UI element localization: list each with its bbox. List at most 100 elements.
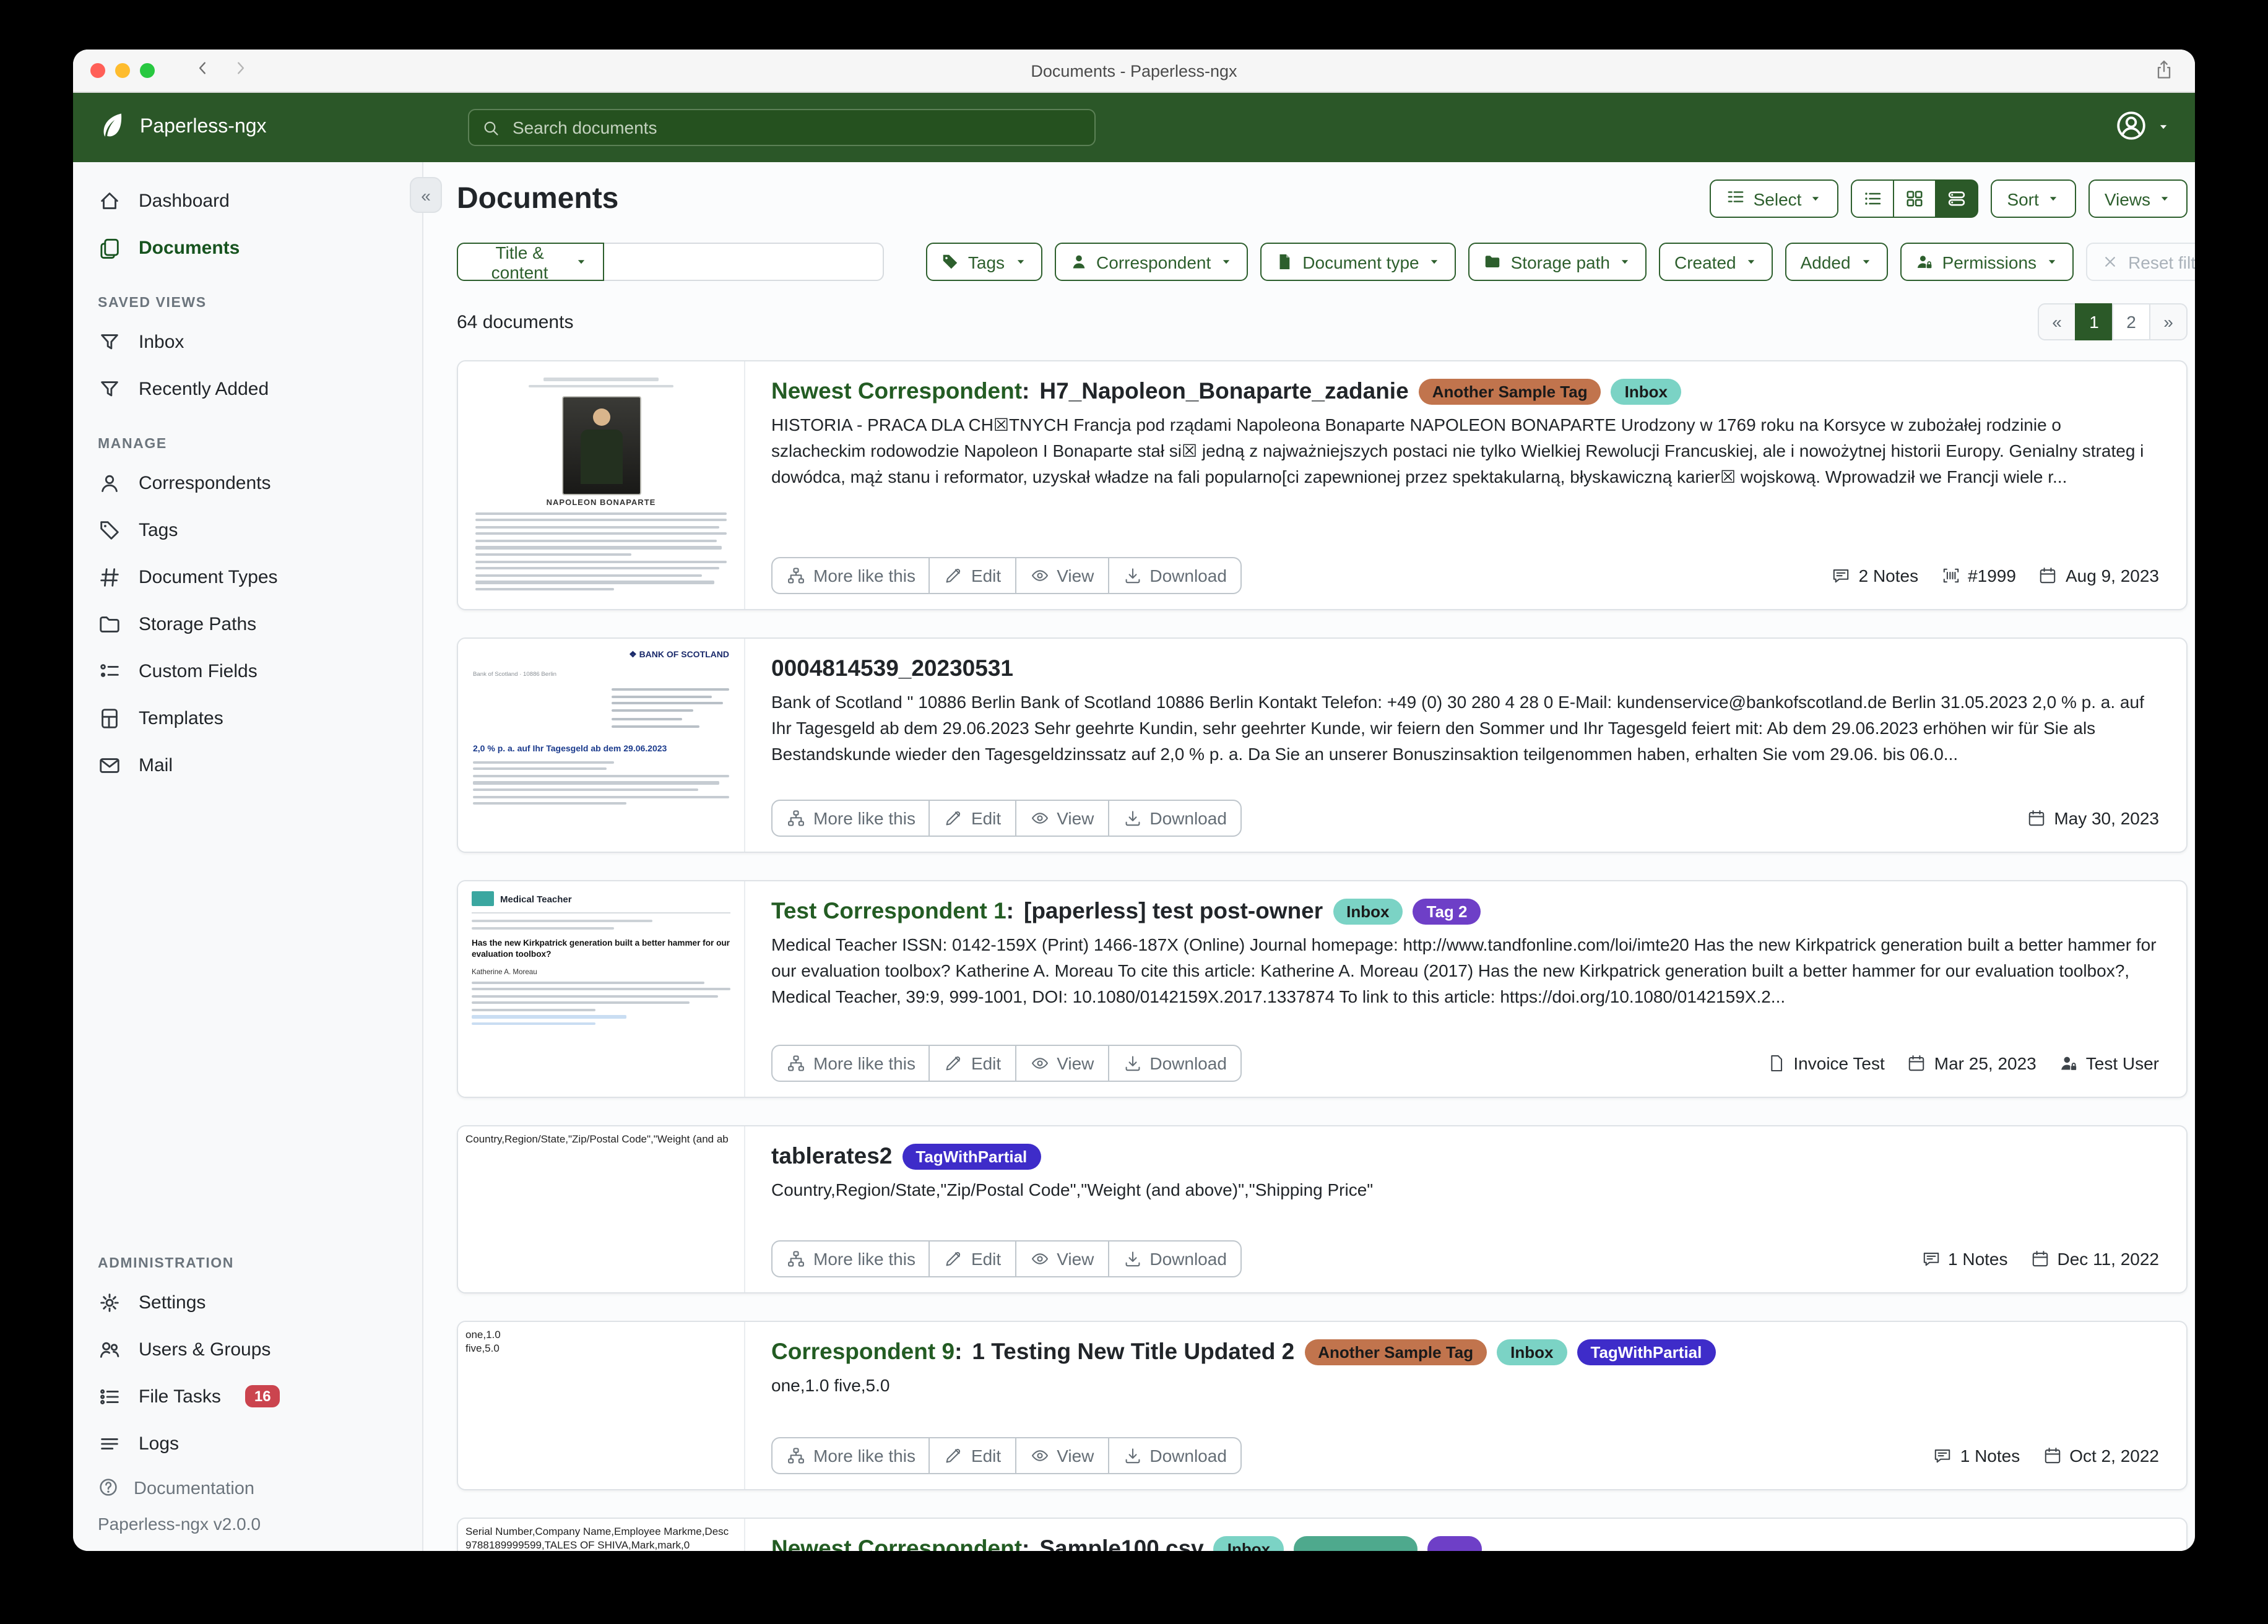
document-thumbnail[interactable]: ❖ BANK OF SCOTLAND Bank of Scotland · 10… bbox=[458, 639, 745, 852]
edit-button[interactable]: Edit bbox=[929, 1240, 1016, 1277]
meta-oct-2-2022[interactable]: Oct 2, 2022 bbox=[2042, 1446, 2159, 1466]
document-title-link[interactable]: Sample100.csv bbox=[1039, 1535, 1203, 1551]
sidebar-item-document-types[interactable]: Document Types bbox=[73, 553, 422, 600]
view-grid-button[interactable] bbox=[1893, 179, 1936, 218]
download-button[interactable]: Download bbox=[1107, 800, 1242, 837]
document-title-link[interactable]: 0004814539_20230531 bbox=[771, 655, 1013, 682]
document-correspondent-link[interactable]: Newest Correspondent bbox=[771, 1535, 1022, 1551]
filter-document-type-button[interactable]: Document type bbox=[1260, 243, 1456, 281]
download-button[interactable]: Download bbox=[1107, 557, 1242, 594]
document-thumbnail[interactable]: Serial Number,Company Name,Employee Mark… bbox=[458, 1519, 745, 1551]
tag-chip-inbox[interactable]: Inbox bbox=[1611, 378, 1681, 404]
edit-button[interactable]: Edit bbox=[929, 800, 1016, 837]
tag-chip-another-sample-tag[interactable]: Another Sample Tag bbox=[1304, 1339, 1487, 1365]
meta-test-user[interactable]: Test User bbox=[2059, 1053, 2159, 1073]
filter-permissions-button[interactable]: Permissions bbox=[1900, 243, 2074, 281]
download-button[interactable]: Download bbox=[1107, 1437, 1242, 1474]
sidebar-item-file-tasks[interactable]: File Tasks16 bbox=[73, 1373, 422, 1420]
view-button[interactable]: View bbox=[1015, 800, 1109, 837]
select-button[interactable]: Select bbox=[1710, 179, 1839, 218]
document-title-link[interactable]: 1 Testing New Title Updated 2 bbox=[972, 1338, 1294, 1365]
pagination-prev-button[interactable]: « bbox=[2038, 303, 2076, 340]
meta-1-notes[interactable]: 1 Notes bbox=[1933, 1446, 2020, 1466]
pagination-page-1[interactable]: 1 bbox=[2075, 303, 2113, 340]
browser-back-icon[interactable] bbox=[194, 59, 212, 82]
user-menu[interactable] bbox=[2114, 109, 2170, 149]
view-list-button[interactable] bbox=[1851, 179, 1894, 218]
sidebar-item-logs[interactable]: Logs bbox=[73, 1420, 422, 1467]
sidebar-collapse-button[interactable]: « bbox=[410, 177, 442, 213]
more-like-this-button[interactable]: More like this bbox=[771, 557, 930, 594]
document-title-link[interactable]: H7_Napoleon_Bonaparte_zadanie bbox=[1039, 378, 1408, 405]
view-button[interactable]: View bbox=[1015, 557, 1109, 594]
meta-2-notes[interactable]: 2 Notes bbox=[1832, 566, 1919, 585]
filter-correspondent-button[interactable]: Correspondent bbox=[1054, 243, 1248, 281]
share-icon[interactable] bbox=[2153, 58, 2175, 87]
sidebar-item-custom-fields[interactable]: Custom Fields bbox=[73, 647, 422, 694]
app-brand[interactable]: Paperless-ngx bbox=[73, 110, 267, 145]
filter-text-input[interactable] bbox=[604, 243, 884, 281]
filter-reset-filters-button[interactable]: Reset filters bbox=[2086, 243, 2195, 281]
document-thumbnail[interactable]: NAPOLEON BONAPARTE bbox=[458, 361, 745, 609]
meta-1999[interactable]: #1999 bbox=[1941, 566, 2016, 585]
meta-1-notes[interactable]: 1 Notes bbox=[1921, 1249, 2008, 1269]
sidebar-item-storage-paths[interactable]: Storage Paths bbox=[73, 600, 422, 647]
meta-dec-11-2022[interactable]: Dec 11, 2022 bbox=[2030, 1249, 2160, 1269]
close-window-button[interactable] bbox=[90, 63, 105, 78]
edit-button[interactable]: Edit bbox=[929, 557, 1016, 594]
tag-chip-inbox[interactable]: Inbox bbox=[1214, 1535, 1284, 1551]
minimize-window-button[interactable] bbox=[115, 63, 130, 78]
pagination-next-button[interactable]: » bbox=[2149, 303, 2188, 340]
sidebar-item-tags[interactable]: Tags bbox=[73, 506, 422, 553]
view-details-button[interactable] bbox=[1935, 179, 1978, 218]
document-title-link[interactable]: tablerates2 bbox=[771, 1142, 892, 1170]
more-like-this-button[interactable]: More like this bbox=[771, 1240, 930, 1277]
global-search[interactable] bbox=[468, 109, 1096, 146]
tag-chip[interactable] bbox=[1427, 1535, 1482, 1551]
meta-mar-25-2023[interactable]: Mar 25, 2023 bbox=[1907, 1053, 2036, 1073]
sort-button[interactable]: Sort bbox=[1991, 179, 2075, 218]
meta-invoice-test[interactable]: Invoice Test bbox=[1766, 1053, 1884, 1073]
tag-chip[interactable] bbox=[1294, 1535, 1418, 1551]
tag-chip-tagwithpartial[interactable]: TagWithPartial bbox=[902, 1143, 1041, 1169]
view-button[interactable]: View bbox=[1015, 1240, 1109, 1277]
tag-chip-tag-2[interactable]: Tag 2 bbox=[1413, 898, 1481, 924]
sidebar-item-dashboard[interactable]: Dashboard bbox=[73, 177, 422, 224]
filter-tags-button[interactable]: Tags bbox=[926, 243, 1042, 281]
tag-chip-inbox[interactable]: Inbox bbox=[1497, 1339, 1567, 1365]
filter-added-button[interactable]: Added bbox=[1786, 243, 1888, 281]
more-like-this-button[interactable]: More like this bbox=[771, 800, 930, 837]
filter-storage-path-button[interactable]: Storage path bbox=[1469, 243, 1647, 281]
tag-chip-tagwithpartial[interactable]: TagWithPartial bbox=[1577, 1339, 1716, 1365]
document-correspondent-link[interactable]: Correspondent 9 bbox=[771, 1338, 954, 1365]
views-button[interactable]: Views bbox=[2088, 179, 2188, 218]
more-like-this-button[interactable]: More like this bbox=[771, 1045, 930, 1082]
filter-created-button[interactable]: Created bbox=[1660, 243, 1773, 281]
download-button[interactable]: Download bbox=[1107, 1240, 1242, 1277]
document-thumbnail[interactable]: one,1.0 five,5.0 bbox=[458, 1322, 745, 1489]
zoom-window-button[interactable] bbox=[140, 63, 155, 78]
download-button[interactable]: Download bbox=[1107, 1045, 1242, 1082]
sidebar-item-documents[interactable]: Documents bbox=[73, 224, 422, 271]
pagination-page-2[interactable]: 2 bbox=[2112, 303, 2150, 340]
tag-chip-inbox[interactable]: Inbox bbox=[1333, 898, 1403, 924]
document-thumbnail[interactable]: Medical Teacher Has the new Kirkpatrick … bbox=[458, 881, 745, 1097]
edit-button[interactable]: Edit bbox=[929, 1437, 1016, 1474]
view-button[interactable]: View bbox=[1015, 1045, 1109, 1082]
document-correspondent-link[interactable]: Newest Correspondent bbox=[771, 378, 1022, 405]
tag-chip-another-sample-tag[interactable]: Another Sample Tag bbox=[1419, 378, 1601, 404]
document-title-link[interactable]: [paperless] test post-owner bbox=[1024, 897, 1323, 925]
sidebar-item-documentation[interactable]: Documentation bbox=[73, 1467, 422, 1511]
meta-aug-9-2023[interactable]: Aug 9, 2023 bbox=[2038, 566, 2159, 585]
more-like-this-button[interactable]: More like this bbox=[771, 1437, 930, 1474]
document-correspondent-link[interactable]: Test Correspondent 1 bbox=[771, 897, 1006, 925]
sidebar-item-recently-added[interactable]: Recently Added bbox=[73, 365, 422, 412]
document-thumbnail[interactable]: Country,Region/State,"Zip/Postal Code","… bbox=[458, 1126, 745, 1292]
browser-forward-icon[interactable] bbox=[232, 59, 249, 82]
edit-button[interactable]: Edit bbox=[929, 1045, 1016, 1082]
sidebar-item-mail[interactable]: Mail bbox=[73, 741, 422, 788]
filter-field-dropdown[interactable]: Title & content bbox=[457, 243, 604, 281]
view-button[interactable]: View bbox=[1015, 1437, 1109, 1474]
meta-may-30-2023[interactable]: May 30, 2023 bbox=[2027, 808, 2159, 828]
sidebar-item-templates[interactable]: Templates bbox=[73, 694, 422, 741]
